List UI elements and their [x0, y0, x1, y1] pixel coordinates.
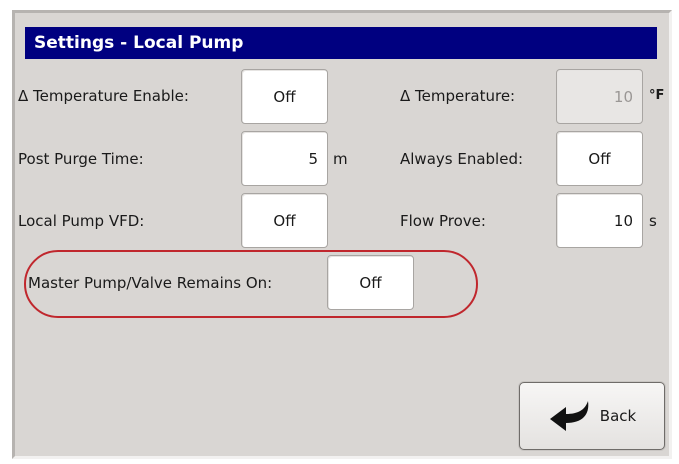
flow-prove-input[interactable]: 10 [556, 193, 643, 248]
local-pump-vfd-label: Local Pump VFD: [18, 212, 145, 230]
delta-temp-enable-toggle[interactable]: Off [241, 69, 328, 124]
flow-prove-label: Flow Prove: [400, 212, 486, 230]
post-purge-time-input[interactable]: 5 [241, 131, 328, 186]
back-arrow-icon [548, 399, 594, 433]
delta-temp-input: 10 [556, 69, 643, 124]
master-pump-valve-label: Master Pump/Valve Remains On: [28, 274, 273, 292]
delta-temp-enable-label: Δ Temperature Enable: [18, 87, 189, 105]
local-pump-vfd-toggle[interactable]: Off [241, 193, 328, 248]
delta-temp-unit: °F [649, 88, 665, 103]
back-button-label: Back [599, 407, 637, 425]
post-purge-time-unit: m [333, 150, 348, 168]
back-button[interactable]: Back [519, 382, 665, 450]
master-pump-valve-toggle[interactable]: Off [327, 255, 414, 310]
page-title: Settings - Local Pump [25, 27, 657, 59]
flow-prove-unit: s [649, 212, 657, 230]
settings-panel: Settings - Local Pump Δ Temperature Enab… [12, 10, 672, 459]
always-enabled-toggle[interactable]: Off [556, 131, 643, 186]
post-purge-time-label: Post Purge Time: [18, 150, 144, 168]
delta-temp-label: Δ Temperature: [400, 87, 516, 105]
always-enabled-label: Always Enabled: [400, 150, 524, 168]
